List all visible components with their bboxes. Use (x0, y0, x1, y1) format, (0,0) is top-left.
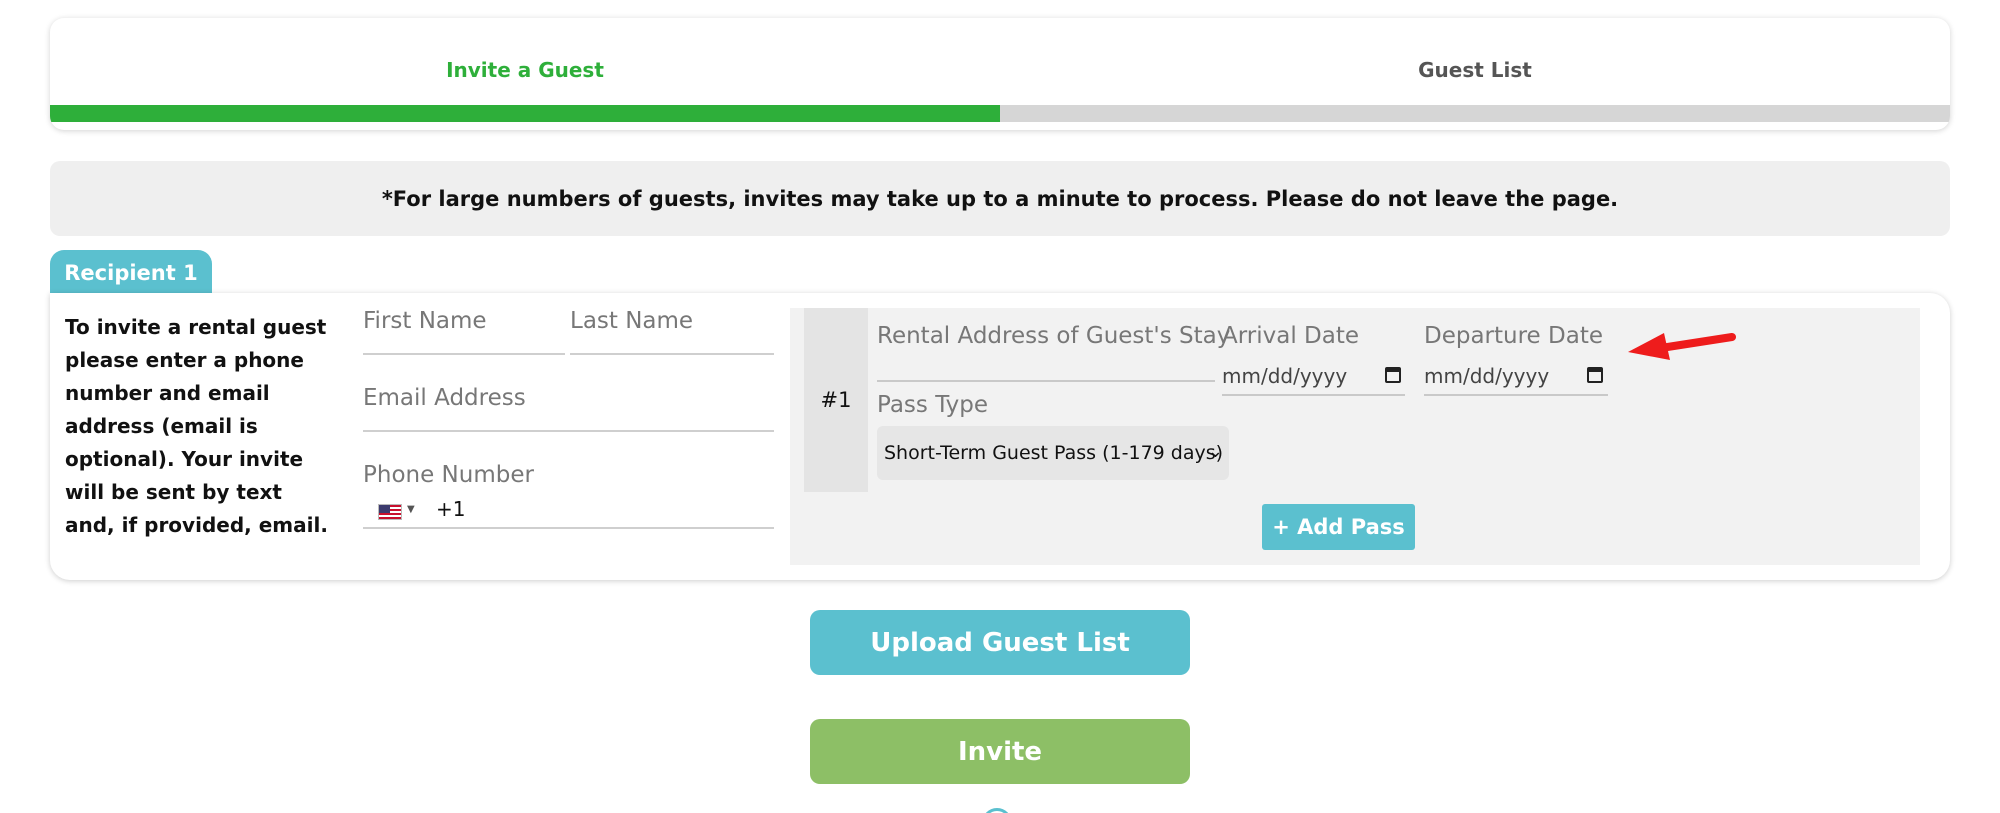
phone-underline (363, 527, 774, 529)
arrival-date-label: Arrival Date (1222, 323, 1360, 349)
first-name-field[interactable]: First Name (363, 308, 487, 334)
pass-number: #1 (804, 308, 868, 492)
progress-fill (50, 105, 1000, 122)
departure-date-input[interactable]: mm/dd/yyyy (1424, 364, 1549, 388)
rental-address-field[interactable]: Rental Address of Guest's Stay (877, 323, 1230, 349)
caret-down-icon[interactable]: ▼ (407, 504, 415, 515)
recipient-tab[interactable]: Recipient 1 (50, 250, 212, 296)
invite-button[interactable]: Invite (810, 719, 1190, 784)
pass-type-value: Short-Term Guest Pass (1-179 days) (884, 442, 1224, 464)
calendar-icon[interactable] (1385, 367, 1401, 383)
pass-type-label: Pass Type (877, 392, 989, 418)
arrival-date-underline (1222, 394, 1405, 396)
arrival-date-input[interactable]: mm/dd/yyyy (1222, 364, 1347, 388)
chevron-down-icon: ⌄ (1207, 441, 1223, 462)
red-arrow-icon (1628, 333, 1736, 360)
departure-date-label: Departure Date (1424, 323, 1603, 349)
email-underline (363, 430, 774, 432)
last-name-underline (570, 353, 774, 355)
departure-date-underline (1424, 394, 1608, 396)
step-invite-a-guest[interactable]: Invite a Guest (50, 58, 1000, 82)
progress-stepper: Invite a Guest Guest List (50, 18, 1950, 130)
progress-track (50, 105, 1950, 122)
loading-spinner-icon (982, 808, 1012, 813)
phone-number-field[interactable]: +1 (436, 497, 465, 521)
rental-address-underline (877, 380, 1215, 382)
step-guest-list[interactable]: Guest List (1000, 58, 1950, 82)
add-pass-button[interactable]: + Add Pass (1262, 504, 1415, 550)
phone-number-label: Phone Number (363, 462, 534, 488)
upload-guest-list-button[interactable]: Upload Guest List (810, 610, 1190, 675)
last-name-field[interactable]: Last Name (570, 308, 693, 334)
calendar-icon[interactable] (1587, 367, 1603, 383)
invite-instructions: To invite a rental guest please enter a … (65, 315, 328, 537)
pass-type-select[interactable]: Short-Term Guest Pass (1-179 days) ⌄ (877, 426, 1229, 480)
pass-panel: #1 Rental Address of Guest's Stay Arriva… (790, 308, 1920, 565)
email-field[interactable]: Email Address (363, 385, 526, 411)
processing-notice: *For large numbers of guests, invites ma… (50, 161, 1950, 236)
first-name-underline (363, 353, 565, 355)
us-flag-icon[interactable] (378, 504, 402, 520)
